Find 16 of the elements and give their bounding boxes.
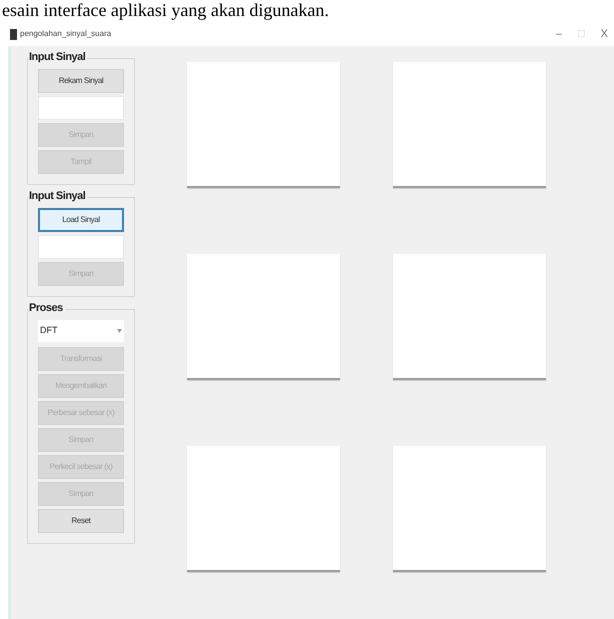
input-field[interactable] (38, 96, 124, 120)
caret-icon (117, 329, 122, 333)
app-icon (10, 28, 17, 40)
action-button[interactable]: Load Sinyal (38, 208, 124, 232)
maximize-button[interactable]: □ (578, 26, 585, 42)
close-button[interactable]: X (600, 26, 608, 42)
input-field[interactable] (38, 235, 124, 259)
dropdown-value: DFT (40, 324, 58, 338)
method-dropdown[interactable]: DFT (38, 320, 124, 342)
minimize-button[interactable]: – (556, 26, 562, 42)
action-button[interactable]: Rekam Sinyal (38, 69, 124, 93)
action-button[interactable]: Reset (38, 509, 124, 533)
window-title: pengolahan_sinyal_suara (20, 28, 112, 40)
caption-text: esain interface aplikasi yang akan digunakan. (2, 0, 329, 21)
group-title: Input Sinyal (29, 189, 88, 203)
group-title: Input Sinyal (29, 50, 88, 64)
